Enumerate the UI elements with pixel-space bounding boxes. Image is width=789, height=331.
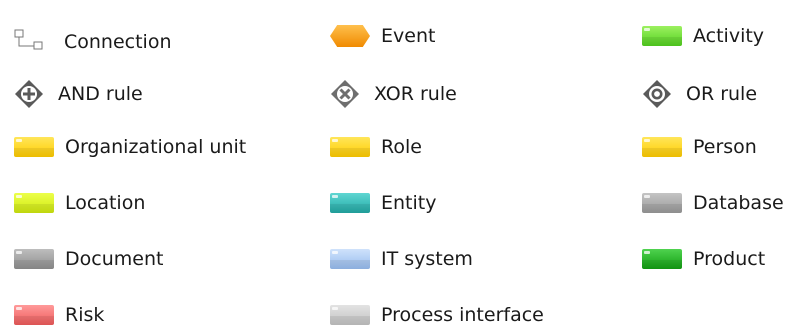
palette-item-location[interactable]: Location: [14, 187, 145, 219]
palette-item-label: IT system: [381, 248, 473, 270]
palette-item-person[interactable]: Person: [642, 131, 757, 163]
person-icon: [642, 137, 682, 157]
xor-rule-icon: [330, 79, 360, 109]
and-rule-icon: [14, 79, 44, 109]
palette-item-label: Risk: [65, 304, 105, 326]
activity-icon: [642, 26, 682, 46]
location-icon: [14, 193, 54, 213]
palette-item-label: Location: [65, 192, 146, 214]
palette-item-activity[interactable]: Activity: [642, 20, 764, 52]
process-interface-icon: [330, 305, 370, 325]
palette-item-xor-rule[interactable]: XOR rule: [330, 78, 457, 110]
palette-item-database[interactable]: Database: [642, 187, 784, 219]
palette-item-risk[interactable]: Risk: [14, 299, 104, 331]
palette-item-event[interactable]: Event: [330, 20, 435, 52]
palette-item-entity[interactable]: Entity: [330, 187, 436, 219]
palette-item-organizational-unit[interactable]: Organizational unit: [14, 131, 246, 163]
palette-item-label: AND rule: [58, 83, 143, 105]
palette-item-label: OR rule: [686, 83, 758, 105]
palette-item-label: Entity: [381, 192, 437, 214]
connection-icon: [14, 29, 50, 55]
palette-item-it-system[interactable]: IT system: [330, 243, 473, 275]
entity-icon: [330, 193, 370, 213]
palette-item-label: Event: [381, 25, 436, 47]
palette-item-connection[interactable]: Connection: [14, 26, 172, 58]
role-icon: [330, 137, 370, 157]
palette-item-role[interactable]: Role: [330, 131, 422, 163]
or-rule-icon: [642, 79, 672, 109]
event-icon: [330, 25, 370, 47]
palette-item-label: Document: [65, 248, 164, 270]
palette-item-document[interactable]: Document: [14, 243, 163, 275]
product-icon: [642, 249, 682, 269]
database-icon: [642, 193, 682, 213]
palette-item-label: Connection: [64, 31, 172, 53]
palette-item-label: XOR rule: [374, 83, 457, 105]
object-palette: Connection Event Activity AND rule XOR r…: [0, 0, 789, 325]
palette-item-product[interactable]: Product: [642, 243, 765, 275]
palette-item-label: Process interface: [381, 304, 544, 326]
document-icon: [14, 249, 54, 269]
it-system-icon: [330, 249, 370, 269]
risk-icon: [14, 305, 54, 325]
palette-item-process-interface[interactable]: Process interface: [330, 299, 544, 331]
palette-item-label: Person: [693, 136, 757, 158]
palette-item-label: Organizational unit: [65, 136, 247, 158]
palette-item-and-rule[interactable]: AND rule: [14, 78, 143, 110]
palette-item-label: Database: [693, 192, 784, 214]
palette-item-label: Product: [693, 248, 766, 270]
palette-item-label: Role: [381, 136, 422, 158]
palette-item-label: Activity: [693, 25, 765, 47]
palette-item-or-rule[interactable]: OR rule: [642, 78, 757, 110]
organizational-unit-icon: [14, 137, 54, 157]
